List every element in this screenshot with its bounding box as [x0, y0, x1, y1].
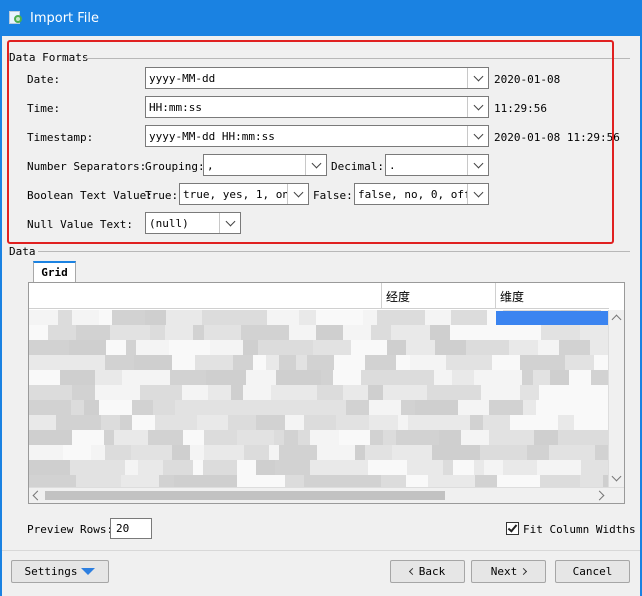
settings-button-label: Settings: [24, 565, 78, 578]
scroll-thumb[interactable]: [45, 491, 445, 500]
grid-body-blurred: [29, 310, 609, 490]
data-grid[interactable]: 经度 维度: [28, 282, 625, 504]
chevron-left-icon: [408, 567, 416, 576]
grid-column-header[interactable]: 维度: [495, 283, 609, 309]
footer-divider: [2, 550, 640, 551]
grid-column-header[interactable]: [29, 283, 381, 309]
data-divider: [38, 251, 630, 252]
next-button[interactable]: Next: [471, 560, 546, 583]
scroll-down-icon[interactable]: [611, 471, 622, 482]
table-row: [29, 430, 609, 445]
scroll-up-icon[interactable]: [611, 314, 622, 325]
grid-column-header[interactable]: 经度: [381, 283, 495, 309]
vertical-scrollbar[interactable]: [608, 310, 624, 488]
scroll-left-icon[interactable]: [32, 490, 43, 501]
table-row: [29, 415, 609, 430]
grid-header: 经度 维度: [29, 283, 609, 309]
table-row: [29, 355, 609, 370]
tab-grid[interactable]: Grid: [33, 261, 76, 282]
next-button-label: Next: [490, 565, 518, 578]
scroll-right-icon[interactable]: [594, 490, 605, 501]
selected-cell[interactable]: [496, 311, 609, 325]
dropdown-arrow-icon: [81, 568, 96, 575]
settings-button[interactable]: Settings: [11, 560, 109, 583]
preview-rows-label: Preview Rows:: [27, 523, 114, 536]
table-row: [29, 385, 609, 400]
table-row: [29, 400, 609, 415]
preview-rows-input[interactable]: 20: [110, 518, 152, 539]
horizontal-scrollbar[interactable]: [29, 487, 624, 503]
data-group-label: Data: [9, 245, 36, 258]
fit-column-widths-label: Fit Column Widths: [523, 523, 636, 536]
import-file-icon: [8, 10, 24, 26]
chevron-right-icon: [520, 567, 528, 576]
table-row: [29, 340, 609, 355]
table-row: [29, 370, 609, 385]
window-border-left: [0, 36, 2, 596]
highlight-annotation: [7, 40, 614, 244]
table-row: [29, 325, 609, 340]
checkmark-icon: [507, 522, 518, 533]
cancel-button[interactable]: Cancel: [555, 560, 630, 583]
table-row: [29, 460, 609, 475]
back-button-label: Back: [418, 565, 446, 578]
table-row: [29, 445, 609, 460]
window-title: Import File: [30, 10, 100, 26]
title-bar: Import File: [0, 0, 642, 36]
fit-column-widths-checkbox[interactable]: [506, 522, 519, 535]
back-button[interactable]: Back: [390, 560, 465, 583]
